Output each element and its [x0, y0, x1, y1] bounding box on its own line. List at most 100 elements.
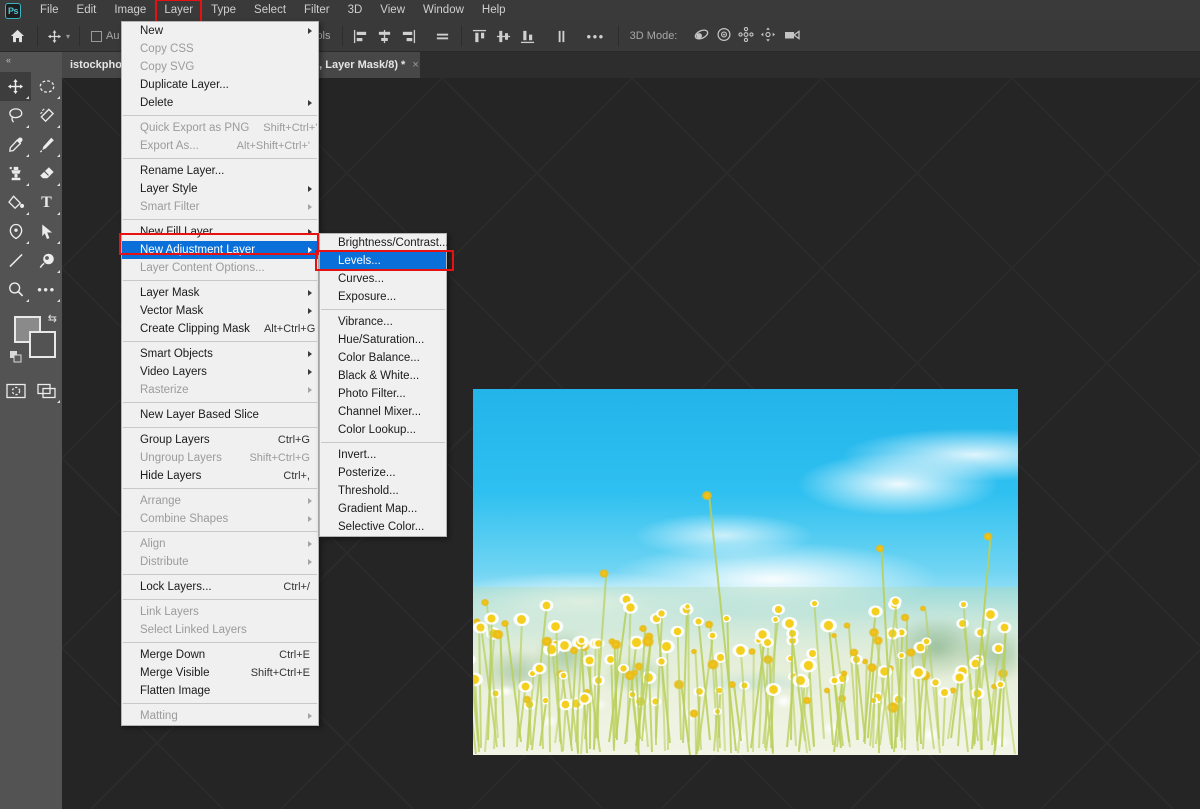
menubar-item-window[interactable]: Window: [414, 0, 473, 21]
menu-item-video-layers[interactable]: Video Layers: [122, 363, 318, 381]
align-vertical-centers-icon[interactable]: [493, 25, 515, 47]
menu-item-new-fill-layer[interactable]: New Fill Layer: [122, 223, 318, 241]
menu-item-smart-objects[interactable]: Smart Objects: [122, 345, 318, 363]
menu-item-shortcut: Shift+Ctrl+E: [237, 667, 310, 679]
menu-item-lock-layers[interactable]: Lock Layers... Ctrl+/: [122, 578, 318, 596]
more-options-icon[interactable]: •••: [577, 29, 615, 44]
collapse-panel-icon[interactable]: «: [0, 52, 62, 68]
dodge-tool-icon[interactable]: [31, 246, 62, 275]
clone-stamp-icon[interactable]: [0, 159, 31, 188]
auto-select-checkbox[interactable]: Au: [83, 30, 119, 42]
menu-item-hide-layers[interactable]: Hide Layers Ctrl+,: [122, 467, 318, 485]
checkbox-box[interactable]: [91, 31, 102, 42]
flower-bloom: [532, 662, 546, 674]
menubar-item-type[interactable]: Type: [202, 0, 245, 21]
screen-mode-icon[interactable]: [31, 376, 62, 405]
active-tool-preset[interactable]: ▾: [41, 29, 76, 44]
align-horizontal-centers-icon[interactable]: [374, 25, 396, 47]
distribute-vertical-icon[interactable]: [551, 25, 573, 47]
elliptical-marquee-icon[interactable]: [31, 72, 62, 101]
menu-item-photo-filter[interactable]: Photo Filter...: [320, 385, 446, 403]
zoom-tool-icon[interactable]: [0, 275, 31, 304]
menu-item-threshold[interactable]: Threshold...: [320, 482, 446, 500]
default-colors-icon[interactable]: [10, 350, 22, 362]
menubar-item-help[interactable]: Help: [473, 0, 515, 21]
menu-item-layer-style[interactable]: Layer Style: [122, 180, 318, 198]
align-right-edges-icon[interactable]: [398, 25, 420, 47]
chevron-down-icon[interactable]: ▾: [66, 32, 70, 41]
eyedropper-tool-icon[interactable]: [0, 130, 31, 159]
menu-item-label: Channel Mixer...: [338, 406, 438, 418]
menubar-item-filter[interactable]: Filter: [295, 0, 339, 21]
eraser-tool-icon[interactable]: [31, 159, 62, 188]
menu-item-vector-mask[interactable]: Vector Mask: [122, 302, 318, 320]
edit-toolbar-icon[interactable]: •••: [31, 275, 62, 304]
quick-mask-icon[interactable]: [0, 376, 31, 405]
menubar-item-3d[interactable]: 3D: [339, 0, 372, 21]
flower-bloom: [592, 638, 604, 648]
home-icon[interactable]: [0, 29, 34, 43]
menu-item-color-balance[interactable]: Color Balance...: [320, 349, 446, 367]
menu-item-channel-mixer[interactable]: Channel Mixer...: [320, 403, 446, 421]
swap-colors-icon[interactable]: ⇆: [48, 312, 57, 325]
menu-item-levels[interactable]: Levels...: [320, 252, 446, 270]
path-selection-icon[interactable]: [31, 217, 62, 246]
menu-item-label: Smart Objects: [140, 348, 310, 360]
menu-item-brightness-contrast[interactable]: Brightness/Contrast...: [320, 234, 446, 252]
align-bottom-edges-icon[interactable]: [517, 25, 539, 47]
menu-item-flatten-image[interactable]: Flatten Image: [122, 682, 318, 700]
menu-item-new-adjustment-layer[interactable]: New Adjustment Layer: [122, 241, 318, 259]
document-image[interactable]: [473, 389, 1018, 755]
menu-item-posterize[interactable]: Posterize...: [320, 464, 446, 482]
background-color-swatch[interactable]: [29, 331, 56, 358]
menu-item-selective-color[interactable]: Selective Color...: [320, 518, 446, 536]
align-left-edges-icon[interactable]: [350, 25, 372, 47]
move-tool-icon[interactable]: [0, 72, 31, 101]
menu-item-new[interactable]: New: [122, 22, 318, 40]
layer-menu-dropdown[interactable]: New Copy CSS Copy SVG Duplicate Layer... Del…: [121, 21, 319, 726]
menubar-item-edit[interactable]: Edit: [68, 0, 106, 21]
menubar-item-layer[interactable]: Layer: [155, 0, 202, 21]
slide-3d-icon[interactable]: [760, 27, 776, 45]
align-top-edges-icon[interactable]: [469, 25, 491, 47]
menu-item-group-layers[interactable]: Group Layers Ctrl+G: [122, 431, 318, 449]
type-tool-icon[interactable]: T: [31, 188, 62, 217]
new-adjustment-layer-submenu[interactable]: Brightness/Contrast... Levels... Curves...…: [319, 233, 447, 537]
menu-item-color-lookup[interactable]: Color Lookup...: [320, 421, 446, 439]
menu-item-merge-visible[interactable]: Merge Visible Shift+Ctrl+E: [122, 664, 318, 682]
menu-item-new-layer-based-slice[interactable]: New Layer Based Slice: [122, 406, 318, 424]
menu-item-merge-down[interactable]: Merge Down Ctrl+E: [122, 646, 318, 664]
menubar-item-view[interactable]: View: [371, 0, 414, 21]
menu-item-exposure[interactable]: Exposure...: [320, 288, 446, 306]
menubar-item-file[interactable]: File: [31, 0, 68, 21]
quick-selection-icon[interactable]: [31, 101, 62, 130]
paint-bucket-icon[interactable]: [0, 188, 31, 217]
menu-item-create-clipping-mask[interactable]: Create Clipping Mask Alt+Ctrl+G: [122, 320, 318, 338]
menu-item-layer-mask[interactable]: Layer Mask: [122, 284, 318, 302]
menu-item-delete[interactable]: Delete: [122, 94, 318, 112]
menubar-item-image[interactable]: Image: [105, 0, 155, 21]
pen-tool-icon[interactable]: [0, 217, 31, 246]
menu-item-duplicate-layer[interactable]: Duplicate Layer...: [122, 76, 318, 94]
menubar-item-select[interactable]: Select: [245, 0, 295, 21]
menu-item-label: Link Layers: [140, 606, 310, 618]
menu-item-gradient-map[interactable]: Gradient Map...: [320, 500, 446, 518]
distribute-horizontal-icon[interactable]: [432, 25, 454, 47]
menu-item-hue-saturation[interactable]: Hue/Saturation...: [320, 331, 446, 349]
menu-item-curves[interactable]: Curves...: [320, 270, 446, 288]
roll-3d-icon[interactable]: [716, 27, 732, 45]
menu-separator: [123, 427, 317, 428]
lasso-tool-icon[interactable]: [0, 101, 31, 130]
orbit-3d-icon[interactable]: [693, 27, 710, 45]
pan-3d-icon[interactable]: [738, 27, 754, 45]
menu-item-black-white[interactable]: Black & White...: [320, 367, 446, 385]
tab-layer-mask-doc[interactable]: 1, Layer Mask/8) * ×: [305, 52, 420, 78]
menu-separator: [321, 442, 445, 443]
camera-3d-icon[interactable]: [782, 28, 800, 45]
menu-item-invert[interactable]: Invert...: [320, 446, 446, 464]
close-icon[interactable]: ×: [412, 59, 418, 71]
line-tool-icon[interactable]: [0, 246, 31, 275]
healing-brush-icon[interactable]: [31, 130, 62, 159]
menu-item-vibrance[interactable]: Vibrance...: [320, 313, 446, 331]
menu-item-rename-layer[interactable]: Rename Layer...: [122, 162, 318, 180]
